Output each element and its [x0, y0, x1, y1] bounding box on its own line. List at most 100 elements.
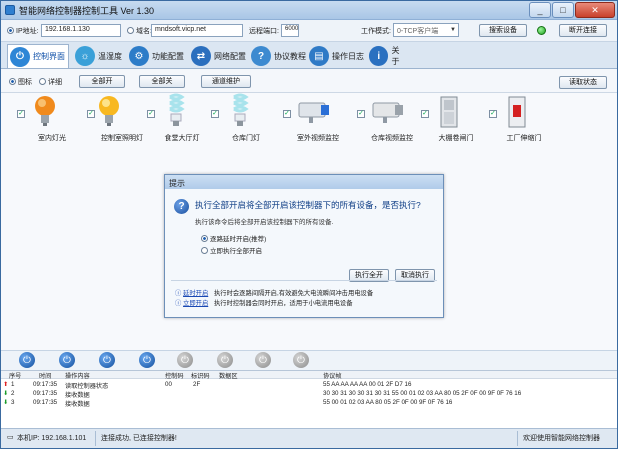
mode-select[interactable]: 0-TCP客户端 ▼: [393, 23, 459, 37]
ip-radio[interactable]: IP地址:: [7, 26, 39, 36]
cfl-bulb-icon: [169, 93, 185, 126]
row-op: 接收数据: [65, 401, 90, 408]
log-header: 序号 时间 操作内容 控制码 标识码 数据区 协议帧: [1, 371, 617, 380]
device-label: 室外视频监控: [297, 135, 339, 142]
connection-settings: IP地址: 192.168.1.130 域名: mndsoft.vicp.net…: [1, 20, 617, 42]
local-ip-text: 本机IP: 192.168.1.101: [17, 435, 87, 442]
device-checkbox[interactable]: ✓: [211, 110, 219, 118]
device-item[interactable]: ✓ 工厂伸缩门: [489, 93, 559, 143]
col-time: 时间: [39, 373, 52, 380]
ip-label: IP地址:: [16, 28, 39, 35]
ip-input[interactable]: 192.168.1.130: [41, 24, 121, 37]
device-item[interactable]: ✓ 室外视频监控: [283, 93, 353, 143]
tab-log[interactable]: ▤ 操作日志: [307, 44, 365, 68]
arrow-down-icon: ⬇: [3, 399, 9, 406]
device-checkbox[interactable]: ✓: [87, 110, 95, 118]
delayed-link[interactable]: 延时开启: [183, 290, 208, 297]
device-checkbox[interactable]: ✓: [17, 110, 25, 118]
close-button[interactable]: ✕: [575, 2, 615, 18]
option-immediate-label: 立即执行全部开启: [210, 248, 262, 255]
power-icon: ⏻: [10, 46, 30, 67]
minimize-button[interactable]: _: [529, 2, 551, 18]
chevron-down-icon: ▼: [450, 27, 456, 33]
device-item[interactable]: ✓ 室内灯光: [17, 93, 87, 143]
tab-temperature[interactable]: ☼ 温湿度: [73, 44, 125, 68]
device-checkbox[interactable]: ✓: [357, 110, 365, 118]
title-bar: 智能网络控制器控制工具 Ver 1.30 _ □ ✕: [1, 1, 617, 20]
tab-about[interactable]: i 关于: [367, 44, 407, 68]
device-item[interactable]: ✓ 食堂大厅灯: [147, 93, 217, 143]
camera-icon: [298, 102, 329, 123]
all-off-button[interactable]: 全部关: [139, 75, 185, 88]
device-label: 室内灯光: [38, 135, 66, 142]
row-no: 1: [11, 381, 15, 388]
cfl-bulb-icon: [233, 93, 249, 126]
domain-radio[interactable]: 域名:: [127, 26, 152, 36]
tab-control[interactable]: ⏻ 控制界面: [7, 44, 69, 68]
view-detail-label: 详细: [48, 79, 62, 86]
bulb-yellow-icon: [99, 96, 119, 126]
row-no: 3: [11, 399, 15, 406]
dialog-subtext: 执行该命令后将全部开启该控制器下的所有设备.: [195, 219, 334, 226]
tab-function-config[interactable]: ⚙ 功能配置: [127, 44, 185, 68]
port-label: 远程端口:: [249, 28, 279, 35]
power-icon[interactable]: ⏻: [217, 352, 233, 368]
device-label: 仓库视频监控: [371, 135, 413, 142]
table-row[interactable]: ⬆ 1 09:17:35 读取控制器状态 00 2F 55 AA AA AA A…: [1, 381, 617, 390]
option-delayed-radio[interactable]: 逐路延时开启(推荐): [201, 233, 266, 243]
bulb-orange-icon: [35, 96, 55, 126]
note-delayed-text: 执行时会逐路间隔开启,有效避免大电流瞬间冲击用电设备: [213, 290, 374, 297]
row-time: 09:17:35: [33, 381, 58, 388]
port-input[interactable]: 6000: [281, 24, 299, 37]
tab-label: 网络配置: [214, 51, 246, 61]
camera-icon: [372, 102, 403, 123]
col-no: 序号: [9, 373, 22, 380]
tab-label: 关于: [391, 46, 400, 66]
device-item[interactable]: ✓ 仓库门灯: [211, 93, 281, 143]
row-op: 接收数据: [65, 392, 90, 399]
device-item[interactable]: ✓ 大棚卷闸门: [421, 93, 491, 143]
view-icon-radio[interactable]: 图标: [9, 77, 32, 87]
device-checkbox[interactable]: ✓: [283, 110, 291, 118]
power-icon[interactable]: ⏻: [293, 352, 309, 368]
power-icon[interactable]: ⏻: [255, 352, 271, 368]
table-row[interactable]: ⬇ 3 09:17:35 接收数据 55 00 01 02 03 AA 80 0…: [1, 399, 617, 408]
option-delayed-label: 逐路延时开启(推荐): [210, 236, 267, 243]
search-device-button[interactable]: 搜索设备: [479, 24, 527, 37]
immediate-link[interactable]: 立即开启: [183, 300, 208, 307]
device-checkbox[interactable]: ✓: [421, 110, 429, 118]
dialog-heading: 执行全部开启将全部开启该控制器下的所有设备，是否执行?: [195, 200, 421, 210]
dialog-title: 提示: [165, 175, 443, 189]
domain-label: 域名:: [136, 28, 152, 35]
help-icon: ?: [251, 46, 271, 66]
confirm-dialog: 提示 ? 执行全部开启将全部开启该控制器下的所有设备，是否执行? 执行该命令后将…: [164, 174, 444, 318]
app-icon: [5, 5, 15, 15]
power-icon[interactable]: ⏻: [99, 352, 115, 368]
table-row[interactable]: ⬇ 2 09:17:35 接收数据 30 30 31 30 30 31 30 3…: [1, 390, 617, 399]
tab-label: 操作日志: [332, 51, 364, 61]
domain-input[interactable]: mndsoft.vicp.net: [151, 24, 243, 37]
device-checkbox[interactable]: ✓: [147, 110, 155, 118]
device-item[interactable]: ✓ 仓库视频监控: [357, 93, 427, 143]
power-icon[interactable]: ⏻: [139, 352, 155, 368]
power-icon[interactable]: ⏻: [59, 352, 75, 368]
connection-status-led: [537, 26, 546, 35]
note-immediate: ⓘ 立即开启 执行时控制器会同时开启，适用于小电流用电设备: [175, 298, 353, 307]
all-on-button[interactable]: 全部开: [79, 75, 125, 88]
view-detail-radio[interactable]: 详细: [39, 77, 62, 87]
device-label: 工厂伸缩门: [506, 135, 542, 142]
mode-select-value: 0-TCP客户端: [397, 28, 439, 35]
read-status-button[interactable]: 读取状态: [559, 76, 607, 89]
tab-network-config[interactable]: ⇄ 网络配置: [189, 44, 247, 68]
device-checkbox[interactable]: ✓: [489, 110, 497, 118]
power-icon[interactable]: ⏻: [19, 352, 35, 368]
disconnect-button[interactable]: 断开连接: [559, 24, 607, 37]
tab-protocol[interactable]: ? 协议教程: [249, 44, 307, 68]
log-table: 序号 时间 操作内容 控制码 标识码 数据区 协议帧 ⬆ 1 09:17:35 …: [1, 370, 617, 428]
control-toolbar: 图标 详细 全部开 全部关 通道维护 读取状态: [1, 69, 617, 93]
status-bar: ▭ 本机IP: 192.168.1.101 连接成功, 已连接控制器! 欢迎使用…: [1, 428, 617, 448]
option-immediate-radio[interactable]: 立即执行全部开启: [201, 245, 262, 255]
channel-maintenance-button[interactable]: 通道维护: [201, 75, 251, 88]
power-icon[interactable]: ⏻: [177, 352, 193, 368]
maximize-button[interactable]: □: [552, 2, 574, 18]
